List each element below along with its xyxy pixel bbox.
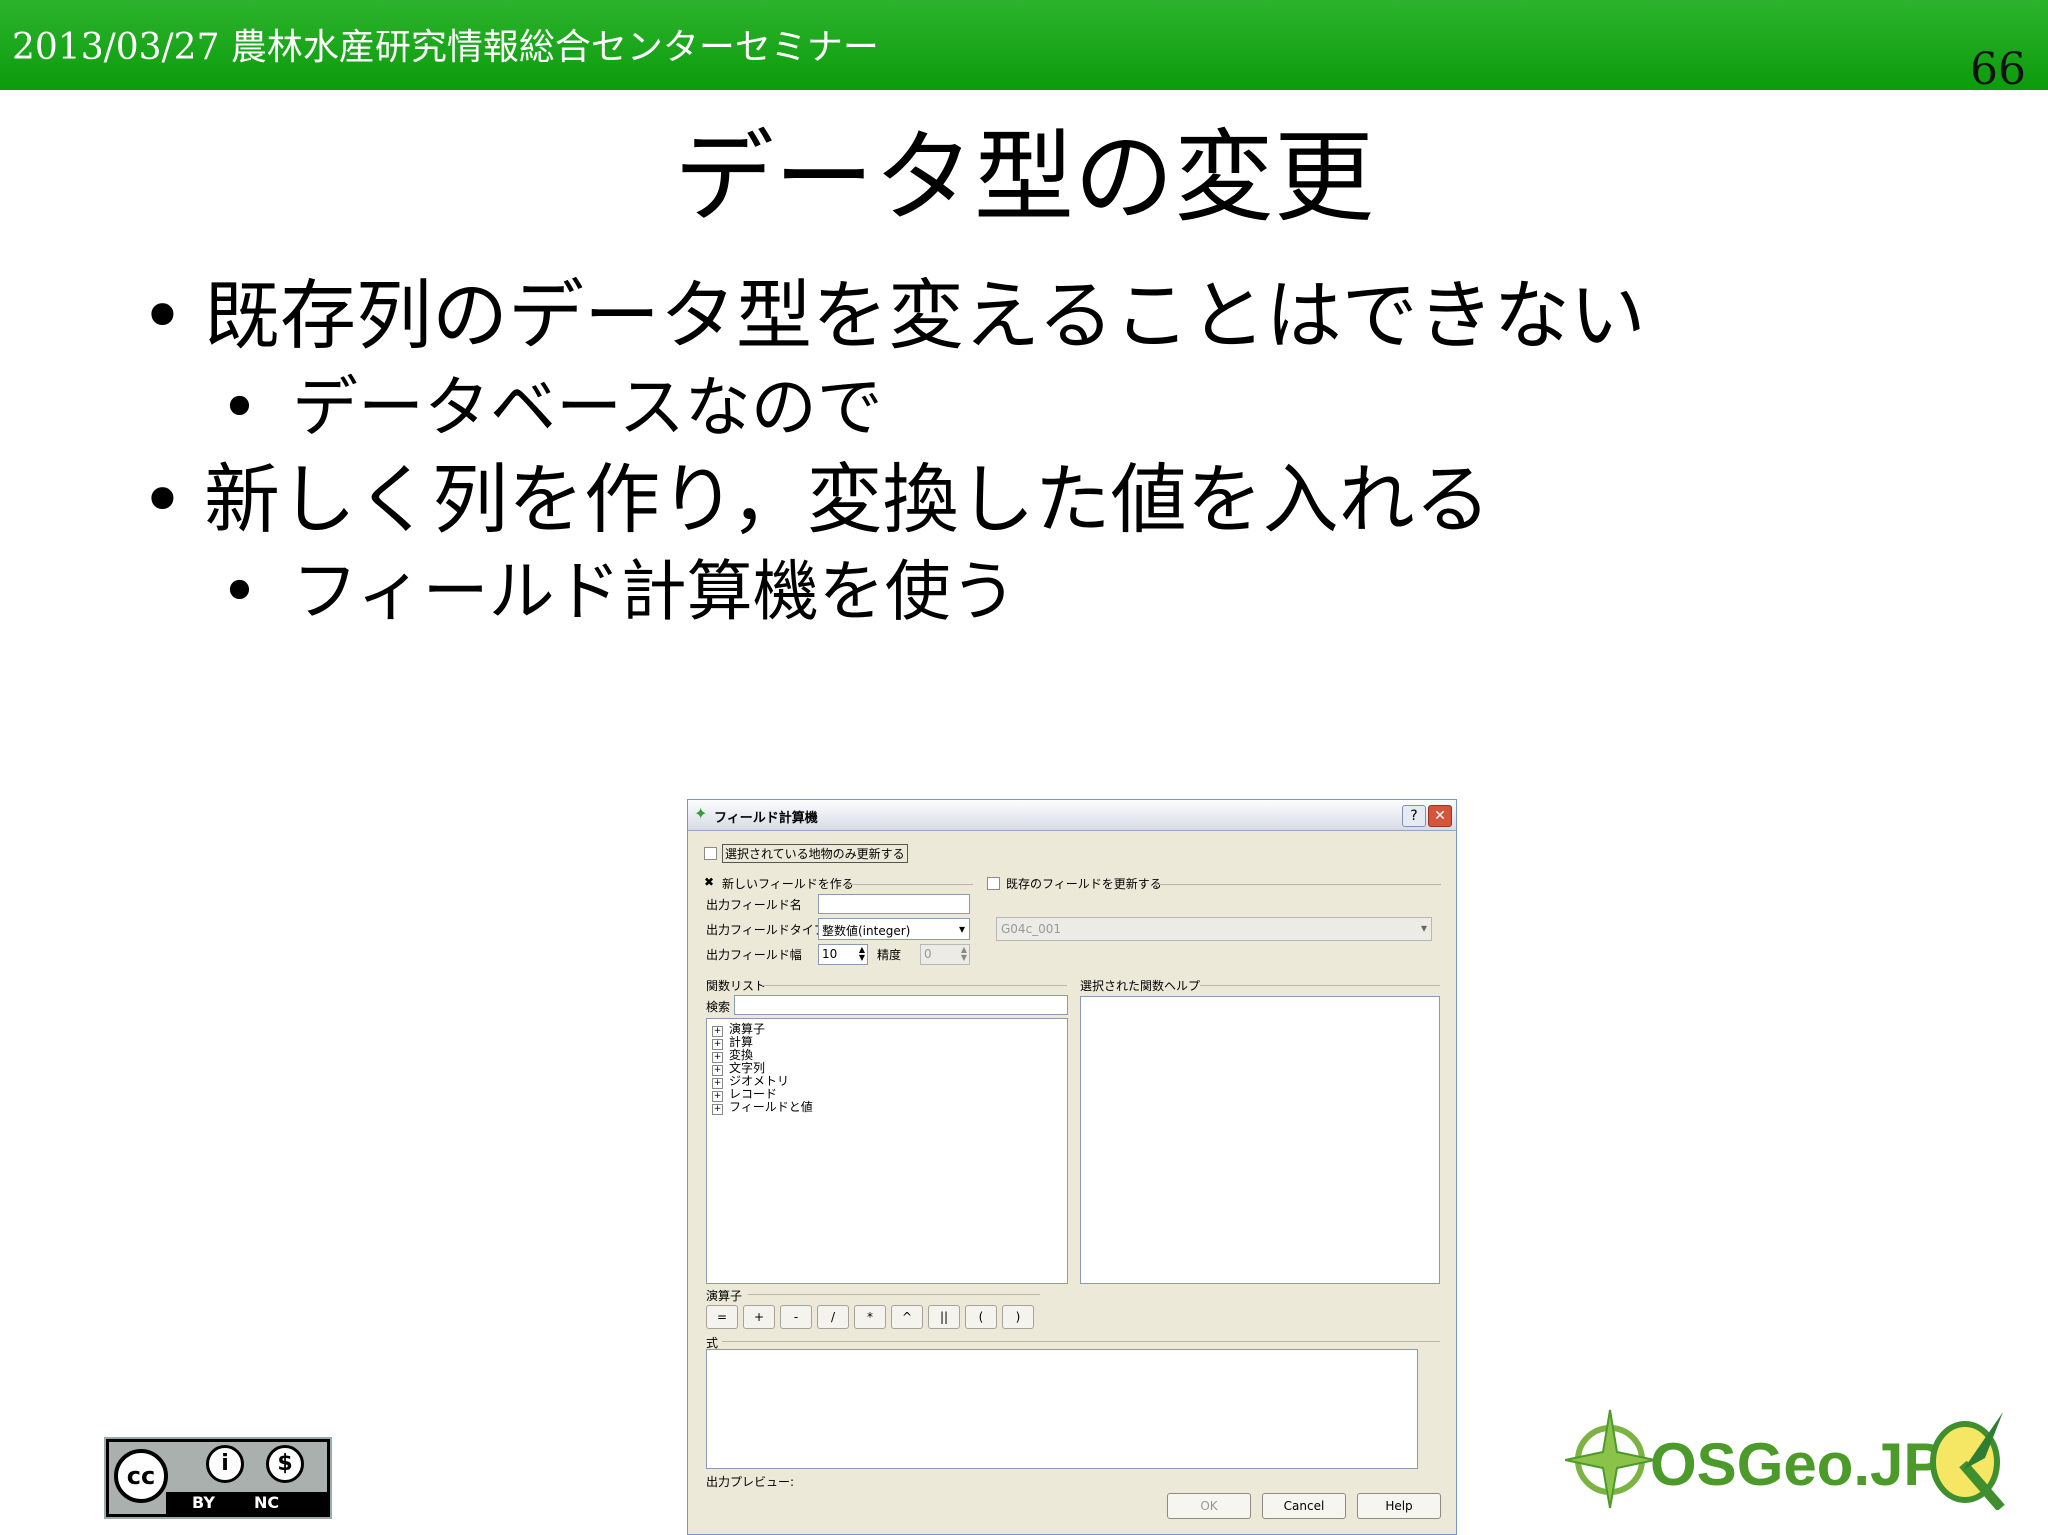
existing-field-value: G04c_001	[1001, 922, 1062, 936]
creative-commons-logo: cc i $ BY NC	[104, 1437, 332, 1519]
output-type-select[interactable]: 整数値(integer) ▾	[818, 918, 970, 940]
help-button[interactable]: Help	[1357, 1493, 1441, 1519]
expression-textarea[interactable]	[706, 1349, 1418, 1469]
existing-field-select[interactable]: G04c_001 ▾	[996, 917, 1432, 941]
bullet-text: 既存列のデータ型を変えることはできない	[204, 271, 1646, 360]
function-help-label: 選択された関数ヘルプ	[1080, 979, 1201, 993]
function-tree[interactable]	[706, 1018, 1068, 1284]
operator-equals-button[interactable]: =	[706, 1305, 738, 1329]
update-selected-label: 選択されている地物のみ更新する	[722, 844, 908, 863]
spin-arrows-icon[interactable]: ▲ ▼	[859, 946, 865, 962]
operator-minus-button[interactable]: -	[780, 1305, 812, 1329]
header-text: 2013/03/27 農林水産研究情報総合センターセミナー	[12, 27, 879, 68]
ok-button[interactable]: OK	[1167, 1493, 1251, 1519]
dialog-titlebar: ✦ フィールド計算機 ? ✕	[688, 800, 1456, 831]
header-bar: 2013/03/27 農林水産研究情報総合センターセミナー 66	[0, 0, 2048, 95]
operator-multiply-button[interactable]: *	[854, 1305, 886, 1329]
sub-bullet-item: • フィールド計算機を使う	[220, 553, 1017, 630]
osgeo-jp-logo: OSGeo.JP	[1565, 1400, 2025, 1520]
search-label: 検索	[706, 1000, 731, 1014]
page-number: 66	[1970, 44, 2026, 95]
divider	[1155, 884, 1441, 885]
output-width-spinbox[interactable]: 10 ▲ ▼	[818, 944, 868, 965]
sub-bullet-text: フィールド計算機を使う	[292, 553, 1017, 630]
cc-icon: cc	[114, 1449, 168, 1503]
output-width-label: 出力フィールド幅	[706, 948, 802, 962]
help-icon[interactable]: ?	[1402, 805, 1426, 827]
output-width-value: 10	[822, 947, 838, 961]
spin-arrows-icon[interactable]: ▲ ▼	[961, 946, 967, 962]
precision-value: 0	[924, 947, 932, 961]
tree-item[interactable]: + フィールドと値	[712, 1098, 813, 1115]
search-input[interactable]	[734, 995, 1068, 1015]
output-type-value: 整数値(integer)	[822, 924, 911, 938]
bullet-item: • 新しく列を作り，変換した値を入れる	[140, 455, 1491, 544]
update-existing-checkbox[interactable]	[987, 877, 1000, 890]
divider	[845, 884, 973, 885]
chevron-down-icon: ▾	[958, 922, 965, 936]
divider	[748, 1294, 1040, 1295]
operator-close-paren-button[interactable]: )	[1002, 1305, 1034, 1329]
update-selected-checkbox[interactable]	[704, 847, 717, 860]
operator-power-button[interactable]: ^	[891, 1305, 923, 1329]
precision-label: 精度	[877, 948, 902, 962]
sub-bullet-item: • データベースなので	[220, 369, 883, 446]
qgis-logo-icon	[1930, 1412, 2005, 1510]
sub-bullet-text: データベースなので	[292, 369, 883, 446]
operator-open-paren-button[interactable]: (	[965, 1305, 997, 1329]
update-existing-label: 既存のフィールドを更新する	[1006, 877, 1162, 891]
output-type-label: 出力フィールドタイプ	[706, 923, 826, 937]
noncommercial-icon: $	[266, 1445, 304, 1483]
output-name-label: 出力フィールド名	[706, 898, 802, 912]
divider	[1200, 985, 1440, 986]
operator-plus-button[interactable]: +	[743, 1305, 775, 1329]
dialog-title: フィールド計算機	[714, 811, 818, 826]
by-label: BY	[192, 1493, 215, 1512]
output-preview-label: 出力プレビュー:	[706, 1475, 795, 1489]
new-field-checkmark[interactable]: ✖	[704, 875, 714, 889]
calculator-icon: ✦	[694, 804, 708, 823]
function-list-label: 関数リスト	[706, 979, 767, 993]
new-field-label: 新しいフィールドを作る	[722, 877, 854, 891]
divider	[722, 1341, 1440, 1342]
function-help-panel	[1080, 996, 1440, 1284]
output-name-input[interactable]	[818, 894, 970, 914]
osgeo-text: OSGeo.JP	[1650, 1431, 1944, 1498]
slide-title: データ型の変更	[674, 119, 1374, 236]
close-icon[interactable]: ✕	[1428, 805, 1452, 827]
attribution-icon: i	[206, 1445, 244, 1483]
bullet-item: • 既存列のデータ型を変えることはできない	[140, 271, 1646, 360]
operator-divide-button[interactable]: /	[817, 1305, 849, 1329]
operators-label: 演算子	[706, 1289, 743, 1303]
chevron-down-icon: ▾	[1420, 921, 1427, 935]
precision-spinbox[interactable]: 0 ▲ ▼	[920, 944, 970, 965]
compass-star-icon	[1565, 1409, 1655, 1509]
cancel-button[interactable]: Cancel	[1262, 1493, 1346, 1519]
divider	[762, 985, 1067, 986]
license-label-bar: BY NC	[166, 1492, 327, 1514]
nc-label: NC	[254, 1493, 280, 1512]
operator-concat-button[interactable]: ||	[928, 1305, 960, 1329]
bullet-list: • 既存列のデータ型を変えることはできない • データベースなので • 新しく列を作り…	[130, 270, 1646, 638]
bullet-text: 新しく列を作り，変換した値を入れる	[204, 455, 1491, 544]
